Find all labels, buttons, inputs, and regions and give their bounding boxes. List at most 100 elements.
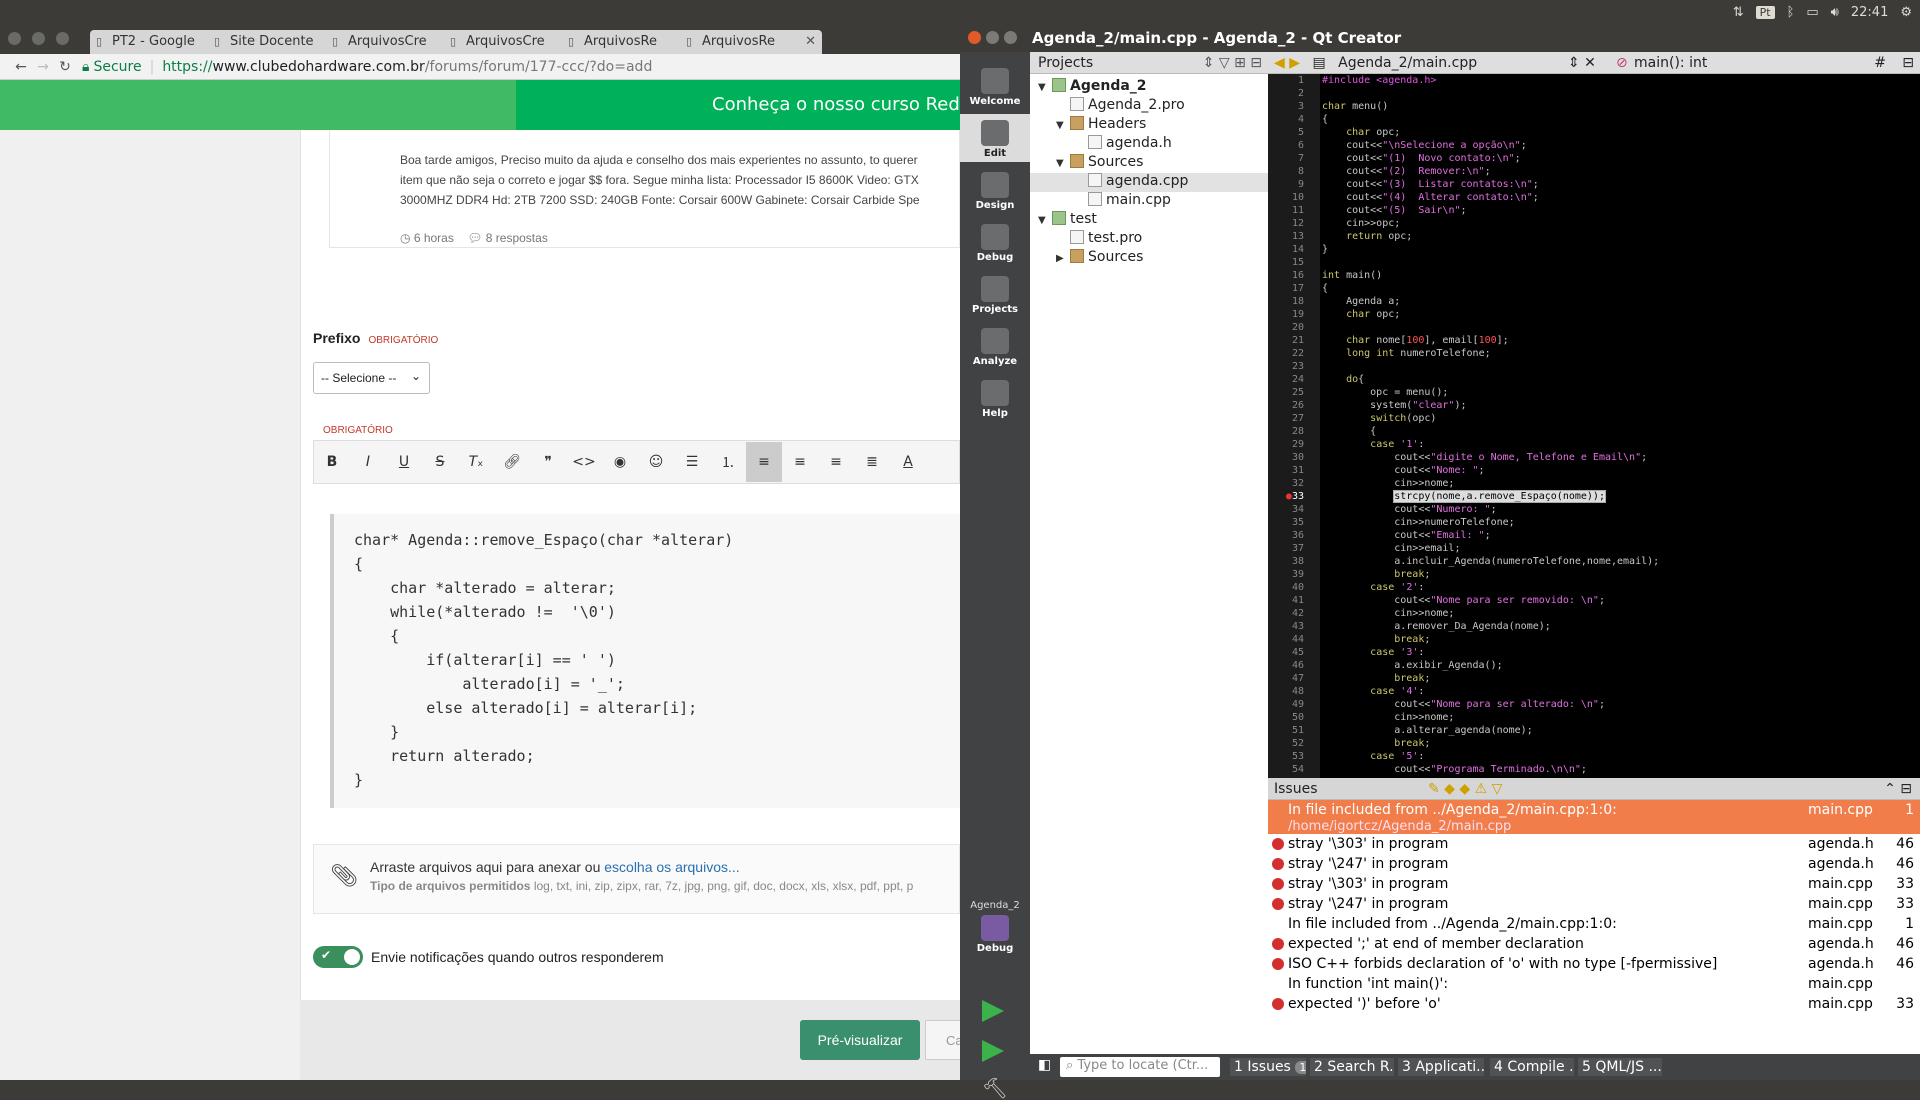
quote-icon[interactable]: ❞ — [530, 454, 566, 470]
mode-debug[interactable]: Debug — [960, 218, 1030, 266]
clear-format-icon[interactable]: Tₓ — [458, 454, 494, 470]
expand-icon[interactable]: ▼ — [1056, 120, 1070, 131]
close-window-button[interactable] — [968, 31, 981, 44]
topic-preview[interactable]: Boa tarde amigos, Preciso muito da ajuda… — [329, 130, 960, 248]
volume-icon[interactable]: 🔊︎ — [1831, 5, 1839, 20]
mode-design[interactable]: Design — [960, 166, 1030, 214]
split-icon[interactable]: ⊟ — [1902, 55, 1914, 71]
issue-row[interactable]: stray '\303' in program main.cpp 33 — [1268, 874, 1920, 894]
preview-button[interactable]: Pré-visualizar — [800, 1020, 920, 1060]
issue-row[interactable]: stray '\247' in program main.cpp 33 — [1268, 894, 1920, 914]
expand-icon[interactable]: ▶ — [1056, 253, 1070, 264]
tree-item[interactable]: ▼ Headers — [1056, 116, 1146, 135]
mode-projects[interactable]: Projects — [960, 270, 1030, 318]
back-icon[interactable]: ← — [10, 59, 32, 75]
tree-item[interactable]: agenda.h — [1074, 135, 1172, 154]
sort-icon[interactable]: ⇅ — [1733, 5, 1744, 20]
code-text[interactable]: #include <agenda.h> char menu() { char opc… — [1320, 74, 1920, 776]
output-pane-button[interactable]: 3 Applicati... — [1398, 1058, 1484, 1076]
open-file[interactable]: Agenda_2/main.cpp — [1338, 55, 1477, 71]
output-pane-button[interactable]: 5 QML/JS ... — [1578, 1058, 1662, 1076]
issue-row[interactable]: In file included from ../Agenda_2/main.c… — [1268, 800, 1920, 834]
run-icon[interactable] — [982, 1000, 1004, 1022]
minimize-window-button[interactable] — [986, 31, 999, 44]
sidebar-toggle-icon[interactable]: ◧ — [1038, 1057, 1051, 1073]
expand-icon[interactable]: ▼ — [1038, 215, 1052, 226]
close-window-button[interactable] — [8, 32, 21, 45]
issue-row[interactable]: stray '\247' in program agenda.h 46 — [1268, 854, 1920, 874]
close-tab-icon[interactable]: ✕ — [805, 34, 816, 49]
battery-icon[interactable]: ▭ — [1806, 5, 1818, 20]
close-file-icon[interactable]: ⇕ ✕ — [1568, 55, 1596, 71]
promo-banner[interactable]: Conheça o nosso curso Redes — [0, 80, 960, 130]
locator-input[interactable]: ⌕ Type to locate (Ctr... — [1060, 1057, 1220, 1077]
issue-row[interactable]: In file included from ../Agenda_2/main.c… — [1268, 914, 1920, 934]
clock[interactable]: 22:41 — [1851, 5, 1888, 20]
font-color-icon[interactable]: A — [890, 454, 926, 470]
italic-icon[interactable]: I — [350, 454, 386, 470]
url-field[interactable]: 🔒︎ Secure | https:// www.clubedohardware… — [82, 59, 652, 75]
tree-item[interactable]: ▶ Sources — [1056, 249, 1143, 268]
issue-row[interactable]: expected ')' before 'o' main.cpp 33 — [1268, 994, 1920, 1014]
nav-forward-icon[interactable]: ▶ — [1289, 55, 1300, 71]
notify-toggle[interactable]: ✔ — [313, 946, 363, 968]
bullet-list-icon[interactable]: ☰ — [674, 454, 710, 470]
issue-row[interactable]: stray '\303' in program agenda.h 46 — [1268, 834, 1920, 854]
strikethrough-icon[interactable]: S — [422, 454, 458, 470]
projects-pane-header[interactable]: Projects ⇕ ▽ ⊞ ⊟ — [1030, 52, 1268, 74]
code-block[interactable]: char* Agenda::remove_Espaço(char *altera… — [330, 514, 960, 808]
link-icon[interactable]: 🔗︎ — [494, 454, 530, 470]
underline-icon[interactable]: U — [386, 454, 422, 470]
fold-margin[interactable] — [1308, 74, 1320, 778]
maximize-window-button[interactable] — [1004, 31, 1017, 44]
expand-icon[interactable]: ▼ — [1056, 158, 1070, 169]
reload-icon[interactable]: ↻ — [54, 59, 76, 75]
code-editor[interactable]: 1 2 3 4 5 6 7 8 9 10 11 12 13 14 15 16 17 18 19 20 21 22 23 24 2… — [1268, 74, 1920, 778]
forward-icon[interactable]: → — [32, 59, 54, 75]
spoiler-icon[interactable]: ◉ — [602, 454, 638, 470]
tree-item[interactable]: agenda.cpp — [1030, 173, 1268, 192]
maximize-window-button[interactable] — [56, 32, 69, 45]
emoji-icon[interactable]: ☺ — [638, 454, 674, 470]
issue-row[interactable]: In function 'int main()': main.cpp — [1268, 974, 1920, 994]
output-pane-button[interactable]: 4 Compile ... — [1490, 1058, 1574, 1076]
tree-item[interactable]: Agenda_2.pro — [1056, 97, 1185, 116]
mode-welcome[interactable]: Welcome — [960, 62, 1030, 110]
cancel-button[interactable]: Ca — [925, 1020, 960, 1060]
tree-item[interactable]: main.cpp — [1074, 192, 1171, 211]
align-center-icon[interactable]: ≡ — [782, 454, 818, 470]
filter-icons[interactable]: ✎ ◆ ◆ ⚠ ▽ — [1428, 781, 1502, 797]
output-pane-button[interactable]: 2 Search R... — [1310, 1058, 1394, 1076]
prefix-select[interactable]: -- Selecione -- ⌄ — [313, 362, 430, 394]
minimize-window-button[interactable] — [32, 32, 45, 45]
tree-item[interactable]: ▼ Sources — [1056, 154, 1143, 173]
bold-icon[interactable]: B — [314, 454, 350, 470]
choose-files-link[interactable]: escolha os arquivos... — [604, 859, 739, 875]
mode-analyze[interactable]: Analyze — [960, 322, 1030, 370]
nav-back-icon[interactable]: ◀ — [1274, 55, 1285, 71]
keyboard-lang[interactable]: Pt — [1755, 5, 1775, 19]
justify-icon[interactable]: ≣ — [854, 454, 890, 470]
issue-row[interactable]: expected ';' at end of member declaratio… — [1268, 934, 1920, 954]
pane-tools-icon[interactable]: ⇕ ▽ ⊞ ⊟ — [1203, 55, 1262, 71]
code-icon[interactable]: <> — [566, 454, 602, 470]
topic-replies[interactable]: 8 respostas — [486, 231, 548, 245]
mode-edit[interactable]: Edit — [960, 114, 1030, 162]
gear-icon[interactable]: ⚙ — [1900, 5, 1912, 20]
align-left-icon[interactable]: ≡ — [746, 442, 782, 482]
symbol-selector[interactable]: main(): int — [1634, 55, 1707, 71]
kit-selector[interactable]: Agenda_2 Debug — [960, 900, 1030, 954]
tree-item[interactable]: ▼ test — [1038, 211, 1097, 230]
numbered-list-icon[interactable]: ⒈ — [710, 452, 746, 472]
align-right-icon[interactable]: ≡ — [818, 454, 854, 470]
collapse-icon[interactable]: ⌃ ⊟ — [1884, 781, 1912, 797]
bluetooth-icon[interactable]: ᛒ — [1787, 5, 1795, 20]
tree-item[interactable]: ▼ Agenda_2 — [1038, 78, 1147, 97]
browser-tab[interactable]: ▯ ArquivosRe ✕ — [680, 30, 822, 54]
attachment-dropzone[interactable]: 📎︎ Arraste arquivos aqui para anexar ou … — [313, 844, 960, 914]
expand-icon[interactable]: ▼ — [1038, 82, 1052, 93]
issue-row[interactable]: ISO C++ forbids declaration of 'o' with … — [1268, 954, 1920, 974]
mode-help[interactable]: Help — [960, 374, 1030, 422]
tree-item[interactable]: test.pro — [1056, 230, 1142, 249]
hash-selector[interactable]: # — [1874, 55, 1886, 71]
